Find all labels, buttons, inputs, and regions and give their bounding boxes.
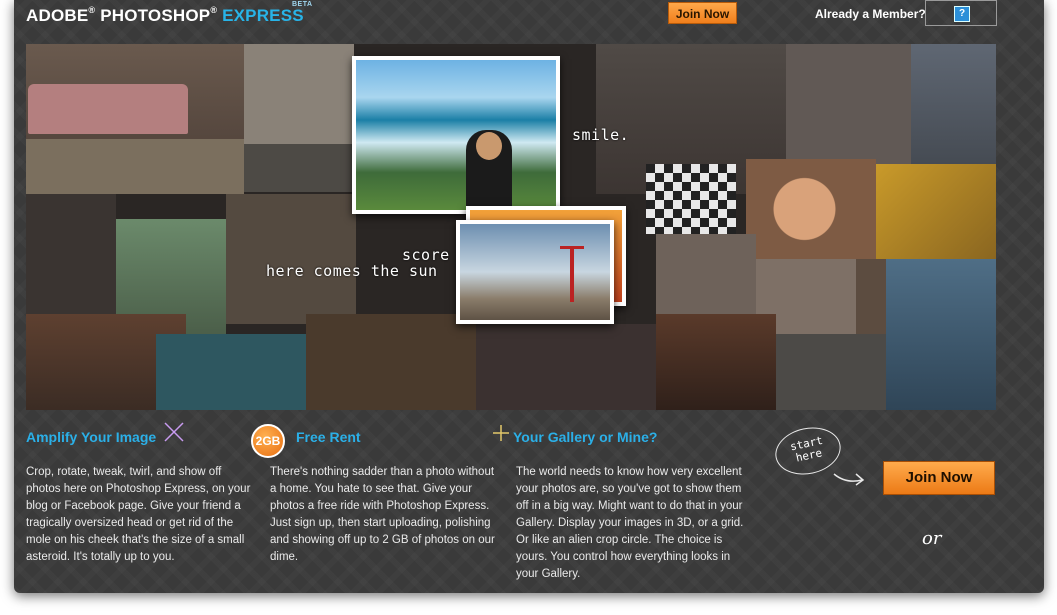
collage-tile xyxy=(156,334,306,410)
collage-tile xyxy=(226,194,356,324)
crop-sparkle-icon xyxy=(164,422,184,442)
free-rent-description: There's nothing sadder than a photo with… xyxy=(270,466,495,563)
join-now-header-button[interactable]: Join Now xyxy=(668,2,737,24)
collage-tile xyxy=(856,259,886,334)
app-window: ADOBE® PHOTOSHOP® EXPRESS BETA Join Now … xyxy=(14,0,1044,593)
cupcake-photo xyxy=(746,159,876,259)
coney-island-photo xyxy=(456,220,614,324)
yellow-pattern-photo xyxy=(876,164,996,259)
coast-portrait-photo xyxy=(352,56,560,214)
photo-collage: smile. score here comes the sun xyxy=(26,44,996,410)
caption-here-comes-the-sun: here comes the sun xyxy=(266,262,438,280)
collage-tile xyxy=(26,194,116,314)
gallery-description: The world needs to know how very excelle… xyxy=(516,466,744,580)
sofa-photo xyxy=(28,84,188,134)
help-icon[interactable]: ? xyxy=(954,6,970,22)
adobe-photoshop-express-logo[interactable]: ADOBE® PHOTOSHOP® EXPRESS BETA xyxy=(26,1,312,26)
join-now-main-button[interactable]: Join Now xyxy=(883,461,995,495)
collage-tile xyxy=(306,314,476,410)
checkerboard-photo xyxy=(646,164,736,234)
face-closeup-photo xyxy=(886,259,996,410)
amplify-image-title: Amplify Your Image xyxy=(26,429,157,445)
2gb-badge: 2GB xyxy=(251,424,285,458)
already-member-label: Already a Member? xyxy=(815,7,926,21)
collage-tile xyxy=(476,324,656,410)
free-rent-title: Free Rent xyxy=(296,429,361,445)
amplify-image-description: Crop, rotate, tweak, twirl, and show off… xyxy=(26,466,251,563)
collage-tile xyxy=(656,234,756,314)
collage-tile xyxy=(244,144,354,192)
arrow-right-icon xyxy=(833,473,865,486)
crosshair-icon xyxy=(493,425,509,441)
member-signin-box[interactable]: ? xyxy=(925,0,997,26)
beta-tag: BETA xyxy=(292,1,313,8)
collage-tile xyxy=(26,139,244,194)
or-divider: or xyxy=(922,528,942,549)
collage-tile xyxy=(244,44,354,144)
collage-tile xyxy=(656,314,776,410)
gallery-title: Your Gallery or Mine? xyxy=(513,429,658,445)
collage-tile xyxy=(776,334,886,410)
collage-tile xyxy=(786,44,911,164)
caption-smile: smile. xyxy=(572,126,630,144)
